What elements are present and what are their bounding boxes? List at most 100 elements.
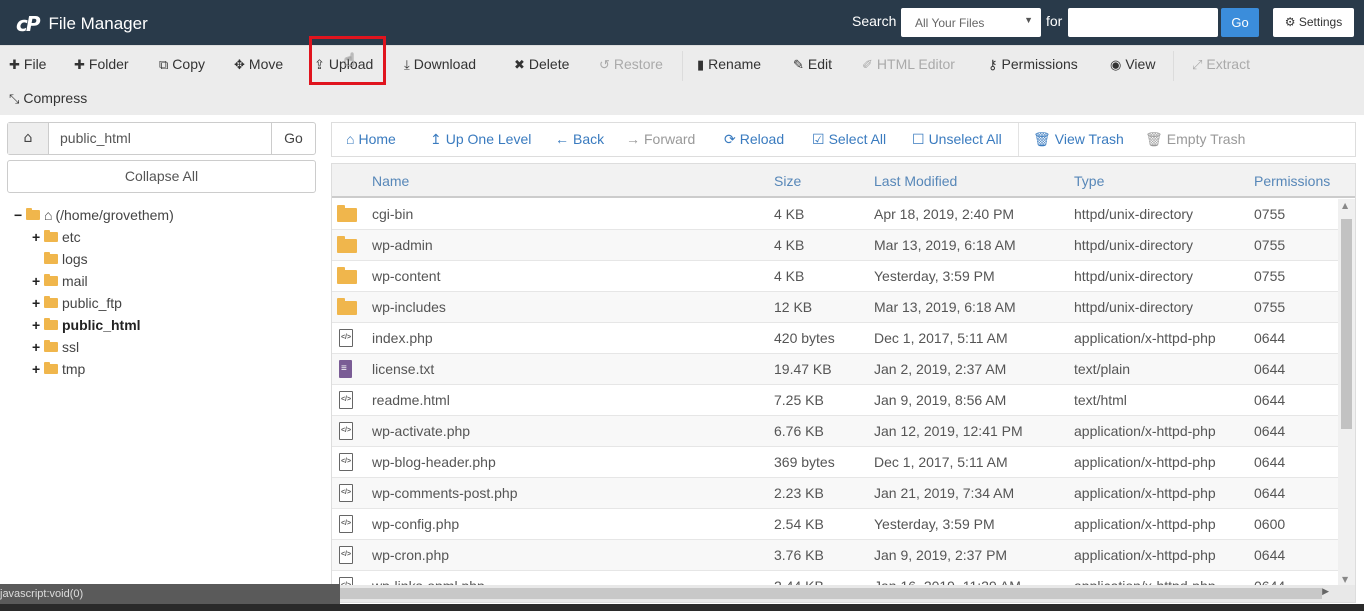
view-label: View [1125, 56, 1156, 72]
download-icon: ⤓ [404, 57, 410, 72]
file-name[interactable]: wp-blog-header.php [372, 447, 496, 477]
delete-button[interactable]: ✖ Delete [514, 53, 569, 75]
settings-button[interactable]: ⚙ Settings [1273, 8, 1354, 37]
unselect-all-button[interactable]: ☐ Unselect All [912, 123, 1002, 156]
file-permissions[interactable]: 0755 [1254, 199, 1285, 229]
edit-button[interactable]: ✎ Edit [793, 53, 832, 75]
file-permissions[interactable]: 0755 [1254, 230, 1285, 260]
file-permissions[interactable]: 0644 [1254, 540, 1285, 570]
table-row[interactable]: wp-content 4 KB Yesterday, 3:59 PM httpd/un… [332, 261, 1340, 292]
nav-reload-button[interactable]: ⟳ Reload [724, 123, 784, 156]
search-input[interactable] [1068, 8, 1218, 37]
new-folder-button[interactable]: ✚ Folder [74, 53, 129, 75]
file-name[interactable]: wp-includes [372, 292, 446, 322]
directory-sidebar: ⌂ public_html Go Collapse All − ⌂ (/home… [0, 115, 330, 611]
tree-item-tmp[interactable]: + tmp [14, 358, 174, 380]
expand-toggle-icon[interactable]: + [32, 292, 44, 314]
horizontal-scroll-thumb[interactable] [332, 588, 1322, 599]
html-editor-button[interactable]: ✐ HTML Editor [862, 53, 955, 75]
file-name[interactable]: readme.html [372, 385, 450, 415]
home-icon[interactable]: ⌂ [8, 123, 49, 154]
path-go-button[interactable]: Go [271, 123, 315, 154]
horizontal-scrollbar[interactable]: ▶ [332, 585, 1355, 602]
expand-toggle-icon[interactable]: + [32, 336, 44, 358]
expand-toggle-icon[interactable]: + [32, 226, 44, 248]
permissions-button[interactable]: ⚷ Permissions [988, 53, 1078, 75]
column-header-type[interactable]: Type [1074, 164, 1104, 198]
rename-button[interactable]: ▮ Rename [697, 53, 761, 75]
file-permissions[interactable]: 0644 [1254, 416, 1285, 446]
vertical-scroll-thumb[interactable] [1341, 219, 1352, 429]
file-name[interactable]: wp-content [372, 261, 440, 291]
tree-item-public-html[interactable]: + public_html [14, 314, 174, 336]
copy-button[interactable]: ⧉ Copy [159, 53, 205, 75]
file-name[interactable]: license.txt [372, 354, 434, 384]
column-header-permissions[interactable]: Permissions [1254, 164, 1330, 198]
search-go-button[interactable]: Go [1221, 8, 1259, 37]
move-button[interactable]: ✥ Move [234, 53, 283, 75]
table-row[interactable]: </> wp-activate.php 6.76 KB Jan 12, 2019, 1… [332, 416, 1340, 447]
scroll-down-icon[interactable]: ▼ [1342, 575, 1348, 584]
scroll-up-icon[interactable]: ▲ [1342, 201, 1348, 210]
empty-trash-button[interactable]: 🗑 Empty Trash [1145, 123, 1245, 156]
column-header-name[interactable]: Name [372, 164, 409, 198]
view-button[interactable]: ◉ View [1110, 53, 1155, 75]
file-permissions[interactable]: 0600 [1254, 509, 1285, 539]
select-all-button[interactable]: ☑ Select All [812, 123, 886, 156]
table-row[interactable]: </> readme.html 7.25 KB Jan 9, 2019, 8:56 A… [332, 385, 1340, 416]
download-button[interactable]: ⤓ Download [404, 53, 476, 75]
nav-up-one-level-button[interactable]: ↥ Up One Level [430, 123, 531, 156]
tree-root[interactable]: − ⌂ (/home/grovethem) [14, 204, 174, 226]
table-row[interactable]: </> wp-comments-post.php 2.23 KB Jan 21, 20… [332, 478, 1340, 509]
file-permissions[interactable]: 0644 [1254, 385, 1285, 415]
file-name[interactable]: wp-admin [372, 230, 433, 260]
file-permissions[interactable]: 0755 [1254, 261, 1285, 291]
table-row[interactable]: </> wp-blog-header.php 369 bytes Dec 1, 201… [332, 447, 1340, 478]
expand-toggle-icon[interactable]: + [32, 314, 44, 336]
tree-item-ssl[interactable]: + ssl [14, 336, 174, 358]
file-name[interactable]: cgi-bin [372, 199, 413, 229]
tree-item-mail[interactable]: + mail [14, 270, 174, 292]
table-row[interactable]: wp-admin 4 KB Mar 13, 2019, 6:18 AM httpd/u… [332, 230, 1340, 261]
file-name[interactable]: index.php [372, 323, 433, 353]
nav-forward-button[interactable]: → Forward [626, 123, 695, 156]
tree-item-etc[interactable]: + etc [14, 226, 174, 248]
file-permissions[interactable]: 0644 [1254, 478, 1285, 508]
search-scope-select[interactable]: All Your Files ▼ [901, 8, 1041, 37]
scroll-right-icon[interactable]: ▶ [1322, 587, 1329, 597]
column-header-size[interactable]: Size [774, 164, 801, 198]
collapse-toggle-icon[interactable]: − [14, 204, 26, 226]
tree-item-logs[interactable]: logs [14, 248, 174, 270]
table-row[interactable]: license.txt 19.47 KB Jan 2, 2019, 2:37 AM t… [332, 354, 1340, 385]
tree-item-public-ftp[interactable]: + public_ftp [14, 292, 174, 314]
nav-home-button[interactable]: ⌂ Home [346, 123, 396, 156]
file-name[interactable]: wp-cron.php [372, 540, 449, 570]
restore-button[interactable]: ↺ Restore [599, 53, 663, 75]
file-permissions[interactable]: 0755 [1254, 292, 1285, 322]
expand-toggle-icon[interactable]: + [32, 270, 44, 292]
table-row[interactable]: </> index.php 420 bytes Dec 1, 2017, 5:11 A… [332, 323, 1340, 354]
vertical-scrollbar[interactable]: ▲ ▼ [1338, 199, 1355, 586]
nav-back-button[interactable]: ← Back [555, 123, 604, 156]
path-input[interactable]: public_html [60, 123, 131, 154]
table-row[interactable]: wp-includes 12 KB Mar 13, 2019, 6:18 AM htt… [332, 292, 1340, 323]
compress-button[interactable]: ⤡ Compress [9, 87, 87, 109]
file-name[interactable]: wp-config.php [372, 509, 459, 539]
table-row[interactable]: </> wp-config.php 2.54 KB Yesterday, 3:59 P… [332, 509, 1340, 540]
brand[interactable]: cP File Manager [16, 10, 148, 38]
extract-button[interactable]: ⤢ Extract [1192, 53, 1250, 75]
file-permissions[interactable]: 0644 [1254, 323, 1285, 353]
arrow-right-icon: → [626, 131, 640, 147]
collapse-all-button[interactable]: Collapse All [7, 160, 316, 193]
new-file-button[interactable]: ✚ File [9, 53, 46, 75]
file-name[interactable]: wp-comments-post.php [372, 478, 518, 508]
nav-forward-label: Forward [644, 131, 696, 147]
table-row[interactable]: </> wp-cron.php 3.76 KB Jan 9, 2019, 2:37 P… [332, 540, 1340, 571]
table-row[interactable]: cgi-bin 4 KB Apr 18, 2019, 2:40 PM httpd/un… [332, 199, 1340, 230]
column-header-last-modified[interactable]: Last Modified [874, 164, 957, 198]
file-permissions[interactable]: 0644 [1254, 447, 1285, 477]
view-trash-button[interactable]: 🗑 View Trash [1033, 123, 1124, 156]
expand-toggle-icon[interactable]: + [32, 358, 44, 380]
file-permissions[interactable]: 0644 [1254, 354, 1285, 384]
file-name[interactable]: wp-activate.php [372, 416, 470, 446]
